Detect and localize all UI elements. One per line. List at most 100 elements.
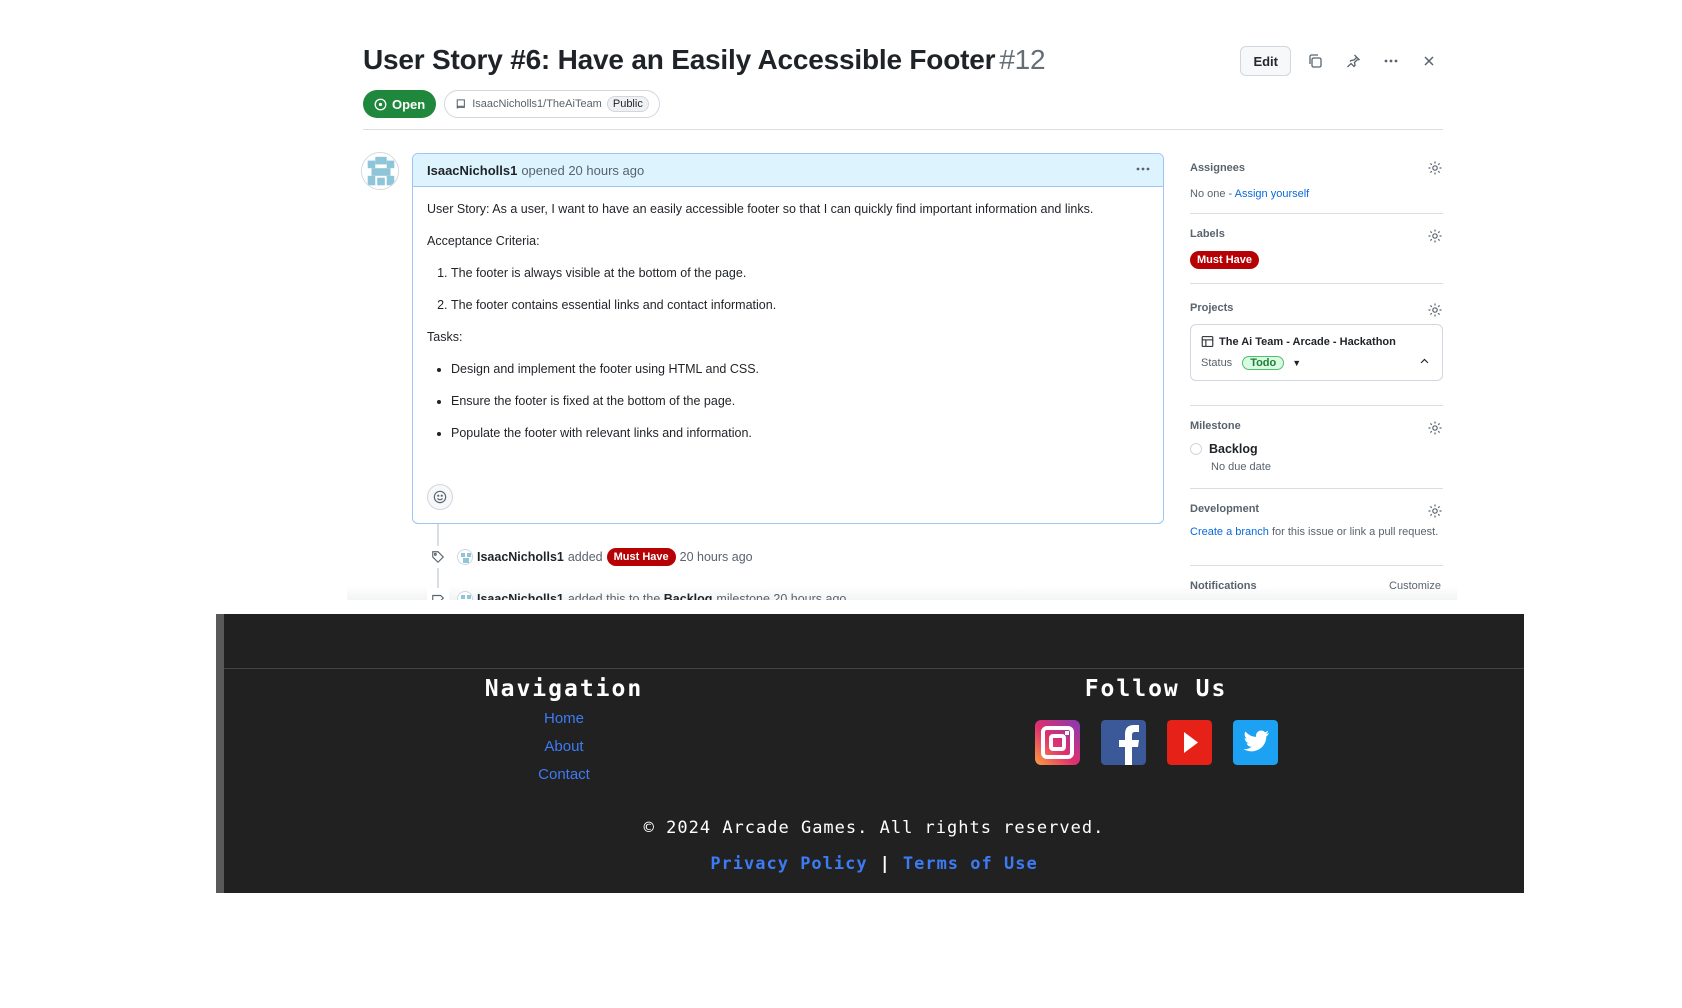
contact-link[interactable]: Contact [538, 766, 590, 783]
instagram-icon[interactable] [1034, 720, 1080, 765]
criteria-list: The footer is always visible at the bott… [451, 265, 1149, 313]
timeline-time: 20 hours ago [679, 550, 753, 564]
projects-heading[interactable]: Projects [1190, 284, 1443, 314]
list-item: About [464, 738, 664, 756]
table-icon [1201, 336, 1214, 347]
development-heading[interactable]: Development [1190, 489, 1443, 515]
navigation-heading: Navigation [484, 676, 644, 702]
footer-follow-us: Follow Us [1024, 676, 1288, 765]
link-separator: | [879, 854, 891, 874]
timeline-action: added this to the [567, 592, 661, 600]
repo-name: IsaacNicholls1/TheAiTeam [472, 98, 602, 110]
timeline-author[interactable]: IsaacNicholls1 [477, 592, 564, 600]
project-title[interactable]: The Ai Team - Arcade - Hackathon [1201, 335, 1432, 348]
avatar[interactable] [457, 549, 473, 565]
comment-body: User Story: As a user, I want to have an… [413, 187, 1163, 441]
assignees-text: No one - [1190, 188, 1235, 200]
project-status-row: Status Todo ▼ [1201, 356, 1432, 370]
user-story-text: User Story: As a user, I want to have an… [427, 202, 1094, 216]
tasks-heading: Tasks: [427, 330, 463, 344]
milestone-icon [427, 588, 449, 600]
footer-navigation: Navigation Home About Contact [464, 676, 664, 794]
projects-section: Projects The Ai Team - Arcade - Hackatho… [1190, 284, 1443, 406]
assign-yourself-link[interactable]: Assign yourself [1235, 188, 1310, 200]
facebook-icon[interactable] [1100, 720, 1146, 765]
issue-number: #12 [999, 44, 1046, 75]
list-item: Populate the footer with relevant links … [451, 425, 1149, 441]
notifications-section: Notifications Customize [1190, 566, 1443, 592]
must-have-label[interactable]: Must Have [606, 548, 676, 566]
github-issue-panel: User Story #6: Have an Easily Accessible… [347, 0, 1457, 600]
copyright-text: © 2024 Arcade Games. All rights reserved… [643, 818, 1105, 838]
issue-header: User Story #6: Have an Easily Accessible… [363, 44, 1443, 84]
timeline-milestone[interactable]: Backlog [664, 592, 713, 600]
timeline-time: milestone 20 hours ago [716, 592, 847, 600]
privacy-policy-link[interactable]: Privacy Policy [710, 854, 867, 874]
tag-icon [427, 546, 449, 568]
project-name: The Ai Team - Arcade - Hackathon [1219, 335, 1396, 348]
more-options-icon[interactable] [1377, 47, 1405, 75]
header-divider [363, 129, 1443, 130]
copy-icon[interactable] [1301, 47, 1329, 75]
issue-comment: IsaacNicholls1 opened 20 hours ago User … [412, 153, 1164, 524]
twitter-icon[interactable] [1232, 720, 1278, 765]
edit-button[interactable]: Edit [1240, 46, 1291, 76]
customize-link[interactable]: Customize [1389, 580, 1441, 592]
milestone-section: Milestone Backlog No due date [1190, 406, 1443, 489]
comment-meta: opened 20 hours ago [521, 162, 645, 178]
milestone-heading[interactable]: Milestone [1190, 406, 1443, 432]
comment-author[interactable]: IsaacNicholls1 [427, 163, 517, 178]
open-status-badge: Open [363, 90, 437, 118]
milestone-name: Backlog [1209, 442, 1258, 456]
must-have-label[interactable]: Must Have [1190, 251, 1260, 269]
timeline-action: added [567, 550, 603, 564]
gear-icon[interactable] [1427, 503, 1443, 519]
list-item: Contact [464, 766, 664, 784]
development-text: Create a branch for this issue or link a… [1190, 525, 1443, 540]
notifications-heading: Notifications [1190, 580, 1257, 592]
avatar[interactable] [361, 152, 399, 190]
repo-pill[interactable]: IsaacNicholls1/TheAiTeam Public [444, 90, 660, 118]
gear-icon[interactable] [1427, 228, 1443, 244]
timeline-author[interactable]: IsaacNicholls1 [477, 550, 564, 564]
list-item: The footer is always visible at the bott… [451, 265, 1149, 281]
footer-divider [224, 668, 1524, 669]
chevron-down-icon[interactable]: ▼ [1292, 358, 1301, 368]
gear-icon[interactable] [1427, 302, 1443, 318]
create-branch-link[interactable]: Create a branch [1190, 526, 1269, 538]
list-item: Ensure the footer is fixed at the bottom… [451, 393, 1149, 409]
assignees-value: No one - Assign yourself [1190, 188, 1443, 200]
terms-of-use-link[interactable]: Terms of Use [903, 854, 1038, 874]
footer-nav-list: Home About Contact [464, 710, 664, 784]
add-reaction-icon[interactable] [427, 484, 453, 510]
open-status-label: Open [392, 96, 426, 112]
gear-icon[interactable] [1427, 160, 1443, 176]
visibility-badge: Public [606, 96, 649, 112]
social-icons [1024, 720, 1288, 765]
close-icon[interactable] [1415, 47, 1443, 75]
list-item: Design and implement the footer using HT… [451, 361, 1149, 377]
timeline-event-milestone: IsaacNicholls1 added this to the Backlog… [427, 588, 846, 600]
issue-header-actions: Edit [1240, 46, 1443, 76]
comment-header: IsaacNicholls1 opened 20 hours ago [413, 154, 1163, 187]
labels-heading[interactable]: Labels [1190, 214, 1443, 240]
legal-links: Privacy Policy | Terms of Use [224, 854, 1524, 874]
pin-icon[interactable] [1339, 47, 1367, 75]
milestone-row[interactable]: Backlog [1190, 442, 1443, 456]
status-badge[interactable]: Todo [1242, 356, 1285, 370]
assignees-heading[interactable]: Assignees [1190, 152, 1443, 174]
avatar[interactable] [457, 591, 473, 600]
timeline-event-label: IsaacNicholls1 added Must Have 20 hours … [427, 546, 753, 568]
issue-sidebar: Assignees No one - Assign yourself Label… [1190, 152, 1443, 592]
gear-icon[interactable] [1427, 420, 1443, 436]
about-link[interactable]: About [544, 738, 583, 755]
development-description: for this issue or link a pull request. [1268, 526, 1439, 538]
youtube-icon[interactable] [1166, 720, 1212, 765]
list-item: The footer contains essential links and … [451, 297, 1149, 313]
progress-circle-icon [1190, 443, 1202, 455]
comment-options-icon[interactable] [1135, 161, 1151, 180]
chevron-up-icon[interactable] [1419, 356, 1430, 370]
home-link[interactable]: Home [544, 710, 584, 727]
issue-open-icon [374, 98, 387, 110]
assignees-section: Assignees No one - Assign yourself [1190, 152, 1443, 214]
